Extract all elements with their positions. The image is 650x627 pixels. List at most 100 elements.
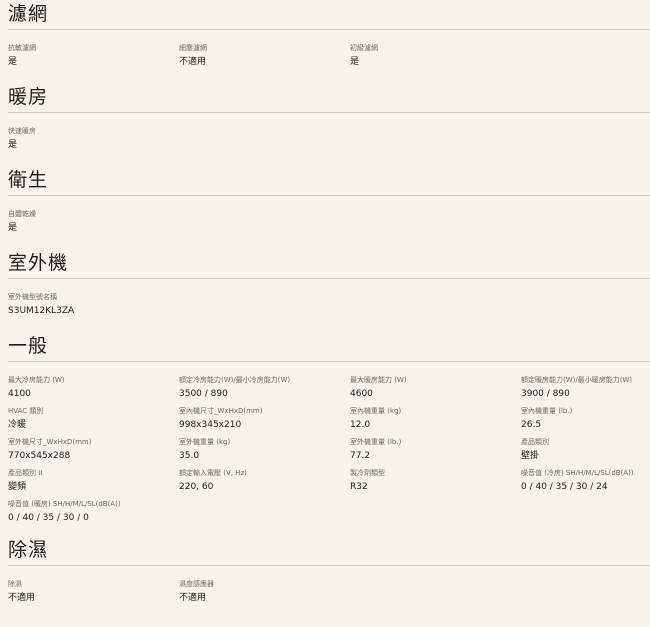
spec-item: 噪音值 (冷房) SH/H/M/L/SL(dB(A)) 0 / 40 / 35 … [521, 469, 650, 493]
spec-item: 室內機重量 (lb.) 26.5 [521, 407, 650, 431]
spec-item: 除濕 不適用 [8, 580, 176, 604]
spec-label: 製冷劑類型 [350, 469, 385, 477]
section-title: 室外機 [8, 252, 69, 274]
spec-label: 額定暖房能力(W)/最小暖房能力(W) [521, 376, 633, 384]
spec-item: 室內機尺寸_WxHxD(mm) 998x345x210 [179, 407, 347, 431]
spec-value: 0 / 40 / 35 / 30 / 24 [521, 482, 608, 492]
spec-item: 室外機型號名稱 S3UM12KL3ZA [8, 293, 176, 317]
spec-item: 室外機重量 (kg) 35.0 [179, 438, 347, 462]
section-divider [8, 565, 650, 566]
spec-grid: 室外機型號名稱 S3UM12KL3ZA [8, 293, 650, 324]
section-hygiene: 衛生 自體乾燥 是 [8, 169, 650, 233]
spec-value: 不適用 [179, 57, 207, 67]
spec-item: 噪音值 (暖房) SH/H/M/L/SL(dB(A)) 0 / 40 / 35 … [8, 500, 176, 524]
spec-item: 額定輸入電壓 (V, Hz) 220, 60 [179, 469, 347, 493]
spec-label: 最大冷房能力 (W) [8, 376, 65, 384]
section-divider [8, 112, 650, 113]
section-outdoor-unit: 室外機 室外機型號名稱 S3UM12KL3ZA [8, 252, 650, 316]
spec-label: 濕度感應器 [179, 580, 214, 588]
section-title: 衛生 [8, 169, 49, 191]
section-general: 一般 最大冷房能力 (W) 4100 額定冷房能力(W)/最小冷房能力(W) 3… [8, 335, 650, 523]
spec-value: 3500 / 890 [179, 389, 228, 399]
spec-row: 除濕 不適用 濕度感應器 不適用 [8, 580, 650, 611]
spec-label: 室外機型號名稱 [8, 293, 57, 301]
spec-row: HVAC 類別 冷暖 室內機尺寸_WxHxD(mm) 998x345x210 室… [8, 407, 650, 438]
spec-label: 細塵濾網 [179, 44, 207, 52]
spec-value: 998x345x210 [179, 420, 242, 430]
spec-row: 產品類別 II 變頻 額定輸入電壓 (V, Hz) 220, 60 製冷劑類型 … [8, 469, 650, 500]
spec-value: 不適用 [8, 593, 36, 603]
spec-item: 自體乾燥 是 [8, 210, 176, 234]
spec-value: 220, 60 [179, 482, 214, 492]
spec-label: 產品類別 [521, 438, 549, 446]
spec-value: 77.2 [350, 451, 371, 461]
spec-label: 室外機重量 (lb.) [350, 438, 402, 446]
spec-item: 初級濾網 是 [350, 44, 518, 68]
spec-item: 最大冷房能力 (W) 4100 [8, 376, 176, 400]
spec-value: 是 [8, 223, 18, 233]
spec-value: 是 [8, 140, 18, 150]
spec-label: 初級濾網 [350, 44, 378, 52]
section-title: 一般 [8, 335, 49, 357]
spec-item: 最大暖房能力 (W) 4600 [350, 376, 518, 400]
spec-value: 26.5 [521, 420, 542, 430]
spec-value: 冷暖 [8, 420, 27, 430]
spec-value: 4100 [8, 389, 31, 399]
spec-item: 室內機重量 (kg) 12.0 [350, 407, 518, 431]
spec-value: 4600 [350, 389, 373, 399]
section-divider [8, 278, 650, 279]
spec-row: 快速暖房 是 [8, 127, 650, 158]
spec-item: 產品類別 II 變頻 [8, 469, 176, 493]
spec-row: 噪音值 (暖房) SH/H/M/L/SL(dB(A)) 0 / 40 / 35 … [8, 500, 650, 531]
spec-grid: 快速暖房 是 [8, 127, 650, 158]
spec-grid: 自體乾燥 是 [8, 210, 650, 241]
spec-label: 室內機尺寸_WxHxD(mm) [179, 407, 263, 415]
spec-value: 35.0 [179, 451, 200, 461]
spec-label: 抗敏濾網 [8, 44, 36, 52]
spec-grid: 最大冷房能力 (W) 4100 額定冷房能力(W)/最小冷房能力(W) 3500… [8, 376, 650, 531]
spec-item: 額定冷房能力(W)/最小冷房能力(W) 3500 / 890 [179, 376, 347, 400]
spec-item: 抗敏濾網 是 [8, 44, 176, 68]
spec-value: 770x545x288 [8, 451, 71, 461]
spec-value: 12.0 [350, 420, 371, 430]
section-title: 暖房 [8, 86, 49, 108]
spec-grid: 抗敏濾網 是 細塵濾網 不適用 初級濾網 是 [8, 44, 650, 75]
spec-row: 抗敏濾網 是 細塵濾網 不適用 初級濾網 是 [8, 44, 650, 75]
spec-label: 額定輸入電壓 (V, Hz) [179, 469, 247, 477]
spec-page: 濾網 抗敏濾網 是 細塵濾網 不適用 初級濾網 是 暖房 快速暖房 是 衛生 自… [0, 0, 650, 627]
spec-value: 變頻 [8, 482, 27, 492]
section-dehumidify: 除濕 除濕 不適用 濕度感應器 不適用 [8, 539, 650, 603]
spec-item: 額定暖房能力(W)/最小暖房能力(W) 3900 / 890 [521, 376, 650, 400]
spec-label: 噪音值 (暖房) SH/H/M/L/SL(dB(A)) [8, 500, 121, 508]
spec-label: 室外機尺寸_WxHxD(mm) [8, 438, 92, 446]
spec-item: 室外機重量 (lb.) 77.2 [350, 438, 518, 462]
spec-value: 壁掛 [521, 451, 540, 461]
spec-label: 室外機重量 (kg) [179, 438, 231, 446]
section-title: 濾網 [8, 3, 49, 25]
spec-value: R32 [350, 482, 368, 492]
section-divider [8, 361, 650, 362]
spec-grid: 除濕 不適用 濕度感應器 不適用 [8, 580, 650, 611]
spec-label: 除濕 [8, 580, 22, 588]
spec-label: HVAC 類別 [8, 407, 44, 415]
spec-label: 室內機重量 (lb.) [521, 407, 573, 415]
spec-label: 額定冷房能力(W)/最小冷房能力(W) [179, 376, 291, 384]
spec-value: S3UM12KL3ZA [8, 306, 75, 316]
spec-item: 細塵濾網 不適用 [179, 44, 347, 68]
spec-label: 室內機重量 (kg) [350, 407, 402, 415]
spec-value: 是 [350, 57, 360, 67]
spec-value: 是 [8, 57, 18, 67]
spec-item: 室外機尺寸_WxHxD(mm) 770x545x288 [8, 438, 176, 462]
spec-item: 快速暖房 是 [8, 127, 176, 151]
spec-row: 室外機型號名稱 S3UM12KL3ZA [8, 293, 650, 324]
section-heating: 暖房 快速暖房 是 [8, 86, 650, 150]
spec-value: 不適用 [179, 593, 207, 603]
spec-label: 噪音值 (冷房) SH/H/M/L/SL(dB(A)) [521, 469, 634, 477]
spec-label: 最大暖房能力 (W) [350, 376, 407, 384]
spec-row: 自體乾燥 是 [8, 210, 650, 241]
spec-item: 濕度感應器 不適用 [179, 580, 347, 604]
spec-item: HVAC 類別 冷暖 [8, 407, 176, 431]
spec-item: 產品類別 壁掛 [521, 438, 650, 462]
spec-row: 室外機尺寸_WxHxD(mm) 770x545x288 室外機重量 (kg) 3… [8, 438, 650, 469]
section-title: 除濕 [8, 539, 49, 561]
